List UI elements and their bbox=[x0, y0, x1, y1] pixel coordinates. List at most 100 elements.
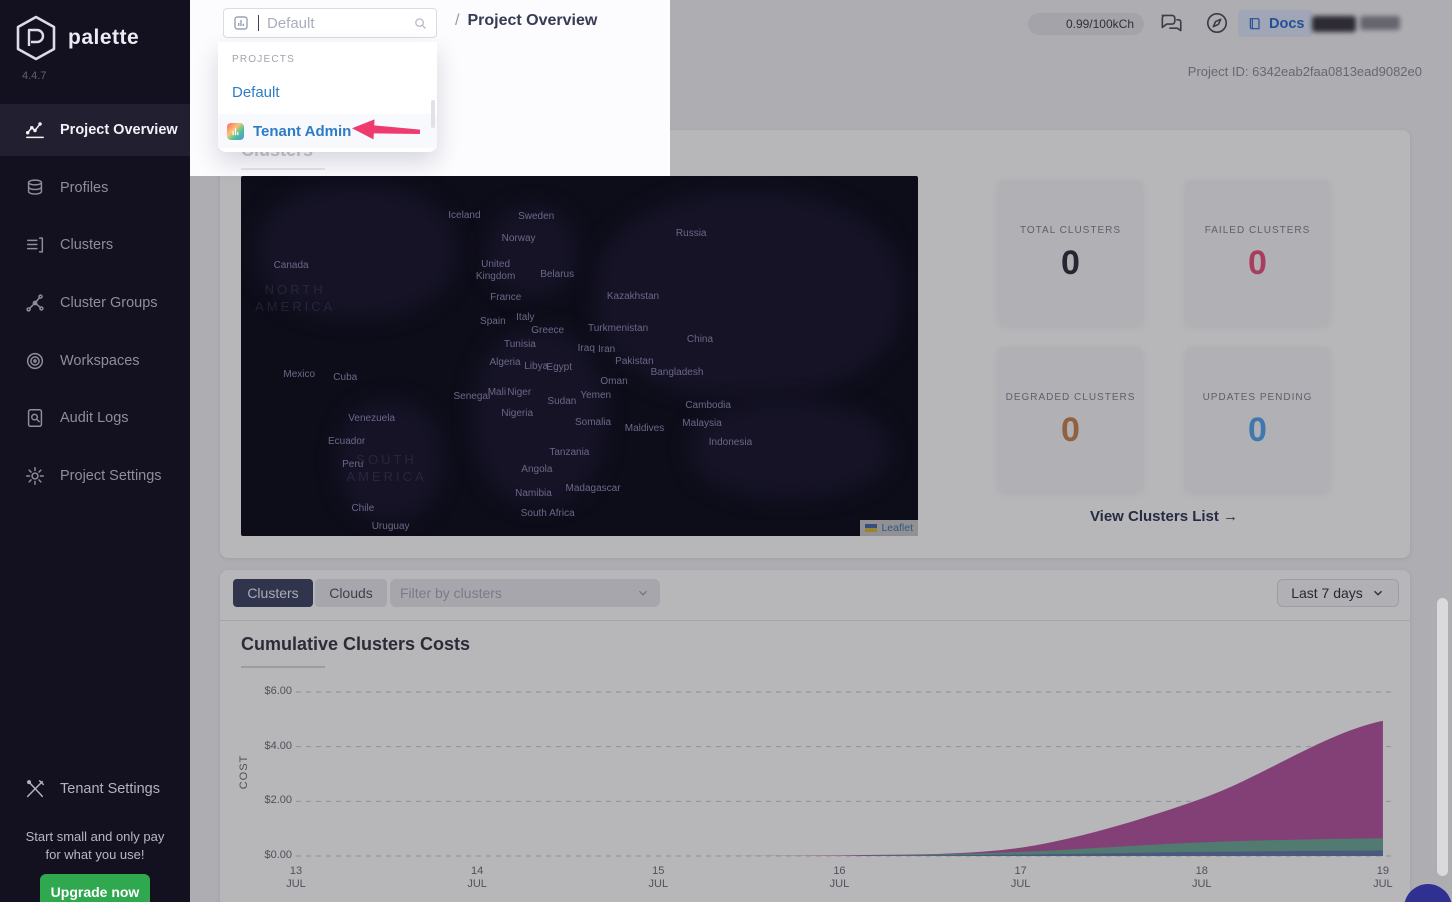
view-clusters-list-link[interactable]: View Clusters List → bbox=[998, 508, 1330, 525]
ukraine-flag-icon bbox=[865, 524, 877, 532]
cost-area-chart bbox=[296, 670, 1408, 857]
x-tick-label: 19JUL bbox=[1353, 865, 1413, 891]
map-label: Canada bbox=[274, 260, 309, 272]
switcher-value: Default bbox=[267, 15, 405, 32]
map-label: Angola bbox=[521, 464, 552, 476]
world-map[interactable]: NORTH AMERICASOUTH AMERICAIcelandSwedenN… bbox=[241, 176, 918, 536]
map-label: Kazakhstan bbox=[607, 291, 659, 303]
stat-label: DEGRADED CLUSTERS bbox=[1006, 392, 1136, 403]
map-label: Sweden bbox=[518, 211, 554, 223]
chevron-down-icon bbox=[636, 586, 650, 600]
sidebar-item-project-settings[interactable]: Project Settings bbox=[0, 450, 190, 502]
map-label: Egypt bbox=[546, 362, 572, 374]
map-label: Spain bbox=[480, 316, 506, 328]
sidebar-item-clusters[interactable]: Clusters bbox=[0, 219, 190, 271]
map-label: Maldives bbox=[625, 423, 664, 435]
x-tick-label: 18JUL bbox=[1172, 865, 1232, 891]
project-grid-icon bbox=[232, 14, 250, 32]
list-icon bbox=[24, 234, 46, 256]
map-label: Sudan bbox=[547, 396, 576, 408]
map-attribution[interactable]: Leaflet bbox=[860, 520, 918, 536]
page-scrollbar[interactable] bbox=[1437, 598, 1448, 876]
sidebar-item-label: Project Overview bbox=[60, 122, 178, 138]
docs-button[interactable]: Docs bbox=[1238, 10, 1313, 37]
sidebar-item-label: Project Settings bbox=[60, 468, 162, 484]
x-tick-label: 16JUL bbox=[809, 865, 869, 891]
map-label: Belarus bbox=[540, 269, 574, 281]
project-id-label: Project ID: 6342eab2faa0813ead9082e0 bbox=[1188, 64, 1422, 79]
y-tick-label: $6.00 bbox=[244, 685, 292, 697]
map-label: Niger bbox=[507, 387, 531, 399]
layers-icon bbox=[24, 177, 46, 199]
docs-label: Docs bbox=[1269, 16, 1304, 32]
tools-icon bbox=[24, 778, 46, 800]
y-tick-label: $4.00 bbox=[244, 740, 292, 752]
map-label: Venezuela bbox=[348, 413, 395, 425]
project-option-default[interactable]: Default bbox=[232, 84, 280, 101]
upgrade-now-button[interactable]: Upgrade now bbox=[40, 874, 150, 902]
projects-section-label: PROJECTS bbox=[232, 54, 295, 65]
map-label: Namibia bbox=[515, 488, 552, 500]
tenant-admin-icon bbox=[227, 123, 244, 140]
stat-value: 0 bbox=[1061, 246, 1080, 280]
stat-value: 0 bbox=[1248, 246, 1267, 280]
logo[interactable]: palette bbox=[14, 14, 139, 62]
doc-search-icon bbox=[24, 407, 46, 429]
stat-value: 0 bbox=[1248, 413, 1267, 447]
stat-label: TOTAL CLUSTERS bbox=[1020, 225, 1121, 236]
x-tick-label: 13JUL bbox=[266, 865, 326, 891]
filter-by-clusters-select[interactable]: Filter by clusters bbox=[390, 579, 660, 607]
sidebar-item-workspaces[interactable]: Workspaces bbox=[0, 335, 190, 387]
sidebar-item-tenant-settings[interactable]: Tenant Settings bbox=[0, 766, 190, 812]
map-label: Ecuador bbox=[328, 436, 365, 448]
map-label: Iran bbox=[598, 344, 615, 356]
map-label: Nigeria bbox=[501, 408, 533, 420]
clusters-panel: NORTH AMERICASOUTH AMERICAIcelandSwedenN… bbox=[220, 130, 1410, 558]
x-tick-label: 17JUL bbox=[991, 865, 1051, 891]
leaflet-label: Leaflet bbox=[881, 522, 913, 534]
tab-clouds[interactable]: Clouds bbox=[315, 579, 387, 607]
title-underline bbox=[241, 666, 325, 668]
map-label: Norway bbox=[502, 233, 536, 245]
stat-label: UPDATES PENDING bbox=[1203, 392, 1313, 403]
map-label: Libya bbox=[524, 361, 548, 373]
sidebar-item-profiles[interactable]: Profiles bbox=[0, 162, 190, 214]
sidebar-item-cluster-groups[interactable]: Cluster Groups bbox=[0, 277, 190, 329]
dropdown-scrollbar[interactable] bbox=[431, 100, 435, 128]
stat-card-degraded-clusters: DEGRADED CLUSTERS0 bbox=[998, 347, 1143, 492]
costs-chart-title: Cumulative Clusters Costs bbox=[241, 634, 470, 655]
gear-icon bbox=[24, 465, 46, 487]
y-tick-label: $2.00 bbox=[244, 794, 292, 806]
redacted-user-info bbox=[1360, 16, 1400, 30]
logo-text: palette bbox=[68, 26, 139, 50]
usage-pill[interactable]: 0.99/100kCh bbox=[1028, 13, 1144, 35]
map-label: Yemen bbox=[580, 390, 611, 402]
y-tick-label: $0.00 bbox=[244, 849, 292, 861]
sidebar-item-label: Tenant Settings bbox=[60, 781, 160, 797]
map-label: Mali bbox=[488, 387, 506, 399]
map-label: Indonesia bbox=[709, 437, 752, 449]
compass-icon[interactable] bbox=[1204, 10, 1230, 36]
chevron-down-icon bbox=[1371, 586, 1385, 600]
book-icon bbox=[1247, 16, 1263, 32]
sidebar-item-audit-logs[interactable]: Audit Logs bbox=[0, 392, 190, 444]
spotlight-panel: Clusters Default / Project Overview PROJ… bbox=[190, 0, 670, 176]
search-icon bbox=[413, 16, 428, 31]
tour-annotation-arrow bbox=[349, 116, 422, 144]
map-label: South Africa bbox=[521, 508, 575, 520]
target-icon bbox=[24, 350, 46, 372]
map-label: Iceland bbox=[448, 210, 480, 222]
map-label: Bangladesh bbox=[651, 367, 704, 379]
project-switcher-input[interactable]: Default bbox=[223, 8, 437, 38]
map-label: Italy bbox=[516, 312, 534, 324]
sidebar-item-project-overview[interactable]: Project Overview bbox=[0, 104, 190, 156]
map-label: Tunisia bbox=[504, 339, 536, 351]
map-label: China bbox=[687, 334, 713, 346]
date-range-select[interactable]: Last 7 days bbox=[1277, 579, 1399, 607]
sidebar-item-label: Audit Logs bbox=[60, 410, 129, 426]
map-label: Turkmenistan bbox=[588, 323, 648, 335]
map-label: France bbox=[490, 292, 521, 304]
tab-clusters[interactable]: Clusters bbox=[233, 579, 313, 607]
chat-icon[interactable] bbox=[1158, 10, 1184, 36]
continent-label: NORTH AMERICA bbox=[255, 281, 335, 315]
